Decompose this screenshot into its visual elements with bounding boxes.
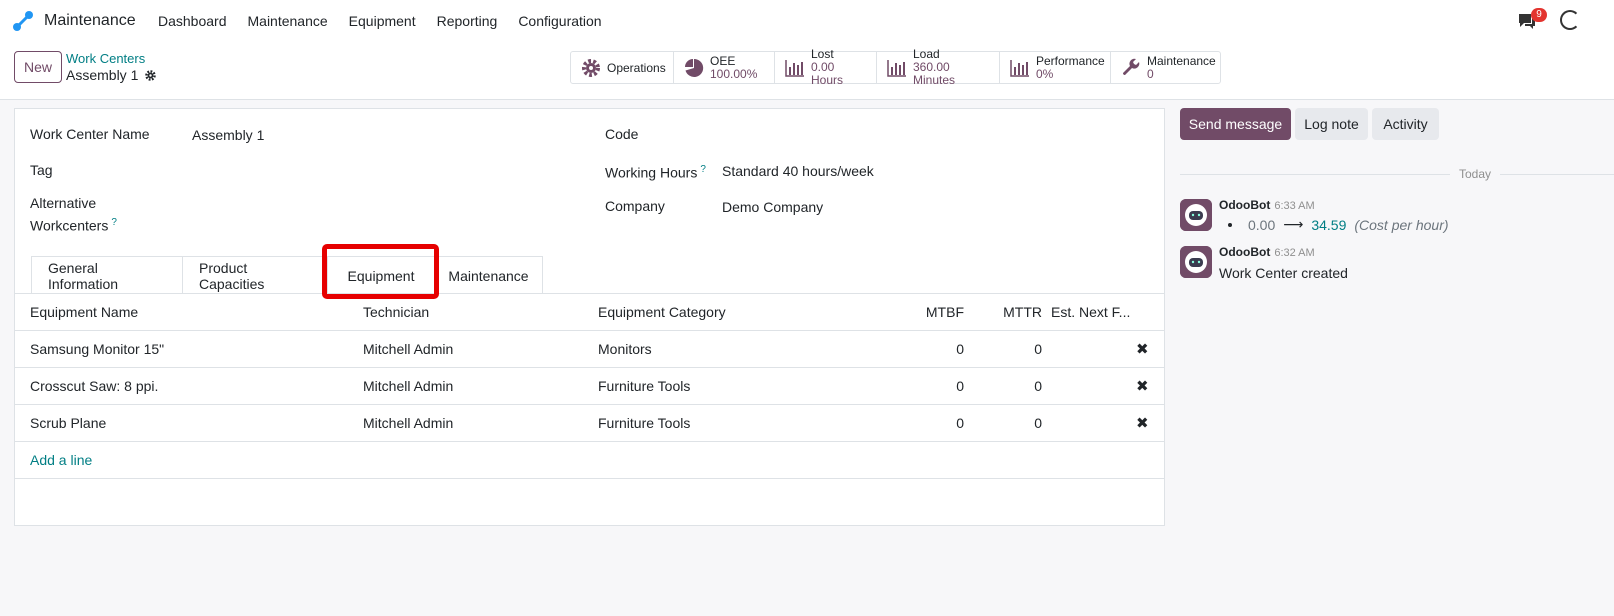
col-mtbf[interactable]: MTBF: [926, 304, 964, 321]
message-body: Work Center created: [1219, 265, 1348, 281]
maintenance-app-icon[interactable]: [12, 10, 34, 32]
mttr-cell: 0: [1034, 341, 1042, 357]
menu-configuration[interactable]: Configuration: [518, 13, 601, 29]
code-label: Code: [605, 126, 639, 142]
delete-row-icon[interactable]: ✖: [1136, 341, 1149, 358]
app-name[interactable]: Maintenance: [44, 12, 136, 30]
arrow-right-icon: ⟶: [1283, 216, 1304, 232]
pie-chart-icon: [685, 58, 704, 77]
alternative-workcenters-label: Alternative Workcenters?: [30, 195, 117, 234]
company-field[interactable]: Demo Company: [722, 197, 823, 217]
bar-chart-icon: [785, 59, 804, 77]
col-mttr[interactable]: MTTR: [1003, 304, 1042, 321]
mtbf-cell: 0: [956, 341, 964, 357]
add-line-link[interactable]: Add a line: [30, 452, 92, 469]
equipment-name-cell: Samsung Monitor 15": [30, 341, 165, 357]
odoobot-avatar[interactable]: [1180, 199, 1212, 231]
table-row[interactable]: Samsung Monitor 15" Mitchell Admin Monit…: [15, 331, 1164, 368]
form-sheet: Work Center Name Assembly 1 Tag Alternat…: [14, 108, 1165, 526]
help-tooltip-icon[interactable]: ?: [700, 164, 706, 175]
operations-button[interactable]: Operations: [571, 52, 674, 83]
mttr-cell: 0: [1034, 415, 1042, 431]
tab-general-information[interactable]: General Information: [31, 256, 183, 294]
col-technician[interactable]: Technician: [363, 304, 429, 321]
send-message-button[interactable]: Send message: [1180, 108, 1291, 140]
col-est-next-failure[interactable]: Est. Next F...: [1051, 304, 1130, 321]
tag-label: Tag: [30, 162, 53, 178]
main-menu: Dashboard Maintenance Equipment Reportin…: [158, 13, 623, 29]
notification-badge: 9: [1531, 8, 1547, 22]
mttr-cell: 0: [1034, 378, 1042, 394]
user-avatar-icon[interactable]: [1560, 10, 1580, 30]
working-hours-field[interactable]: Standard 40 hours/week: [722, 161, 874, 181]
work-center-name-field[interactable]: Assembly 1: [192, 125, 264, 145]
bullet: [1228, 222, 1232, 227]
col-equipment-category[interactable]: Equipment Category: [598, 304, 726, 321]
technician-cell: Mitchell Admin: [363, 415, 454, 431]
gear-icon: [582, 58, 600, 77]
alternative-workcenters-field[interactable]: [192, 203, 572, 223]
new-button[interactable]: New: [14, 51, 62, 83]
category-cell: Furniture Tools: [598, 378, 691, 394]
equipment-table: Equipment Name Technician Equipment Cate…: [15, 294, 1164, 479]
menu-dashboard[interactable]: Dashboard: [158, 13, 227, 29]
breadcrumb-current: Assembly 1: [66, 67, 157, 83]
menu-maintenance[interactable]: Maintenance: [248, 13, 328, 29]
bar-chart-icon: [887, 59, 906, 77]
category-cell: Monitors: [598, 341, 652, 357]
mtbf-cell: 0: [956, 415, 964, 431]
code-field[interactable]: [722, 124, 1122, 144]
equipment-name-cell: Crosscut Saw: 8 ppi.: [30, 378, 159, 394]
tracking-value: 0.00 ⟶ 34.59 (Cost per hour): [1228, 216, 1449, 233]
working-hours-label: Working Hours?: [605, 164, 706, 181]
table-row[interactable]: Scrub Plane Mitchell Admin Furniture Too…: [15, 405, 1164, 442]
menu-equipment[interactable]: Equipment: [349, 13, 416, 29]
delete-row-icon[interactable]: ✖: [1136, 415, 1149, 432]
date-separator-today: Today: [1459, 167, 1492, 181]
table-header: Equipment Name Technician Equipment Cate…: [15, 294, 1164, 331]
top-navbar: Maintenance Dashboard Maintenance Equipm…: [0, 0, 1614, 42]
tab-equipment[interactable]: Equipment: [327, 256, 435, 294]
technician-cell: Mitchell Admin: [363, 341, 454, 357]
activity-button[interactable]: Activity: [1372, 108, 1439, 140]
bar-chart-icon: [1010, 59, 1029, 77]
equipment-name-cell: Scrub Plane: [30, 415, 107, 431]
wrench-icon: [1122, 58, 1140, 75]
table-row[interactable]: Crosscut Saw: 8 ppi. Mitchell Admin Furn…: [15, 368, 1164, 405]
date-divider: [1180, 174, 1450, 175]
company-label: Company: [605, 198, 665, 214]
delete-row-icon[interactable]: ✖: [1136, 378, 1149, 395]
notebook-tabs: General Information Product Capacities E…: [31, 256, 543, 294]
log-note-button[interactable]: Log note: [1295, 108, 1368, 140]
control-panel: New Work Centers Assembly 1 Operations O…: [0, 42, 1614, 100]
message-author: OdooBot 6:33 AM: [1219, 198, 1315, 212]
help-tooltip-icon[interactable]: ?: [111, 217, 117, 228]
message-author: OdooBot 6:32 AM: [1219, 245, 1315, 259]
work-center-name-label: Work Center Name: [30, 126, 150, 142]
tab-maintenance[interactable]: Maintenance: [434, 256, 543, 294]
performance-button[interactable]: Performance 0%: [1000, 52, 1111, 83]
load-button[interactable]: Load 360.00 Minutes: [877, 48, 1000, 87]
add-line-row: Add a line: [15, 442, 1164, 479]
mtbf-cell: 0: [956, 378, 964, 394]
breadcrumb-work-centers[interactable]: Work Centers: [66, 51, 145, 66]
col-equipment-name[interactable]: Equipment Name: [30, 304, 138, 321]
date-divider: [1500, 174, 1614, 175]
technician-cell: Mitchell Admin: [363, 378, 454, 394]
menu-reporting[interactable]: Reporting: [437, 13, 498, 29]
oee-button[interactable]: OEE 100.00%: [674, 52, 775, 83]
lost-button[interactable]: Lost 0.00 Hours: [775, 48, 877, 87]
odoobot-avatar[interactable]: [1180, 246, 1212, 278]
record-title: Assembly 1: [66, 67, 139, 83]
smart-buttons: Operations OEE100.00% Lost0.00 Hours L: [570, 48, 1221, 87]
gear-icon[interactable]: [144, 69, 157, 82]
category-cell: Furniture Tools: [598, 415, 691, 431]
tab-product-capacities[interactable]: Product Capacities: [182, 256, 328, 294]
tag-field[interactable]: [192, 160, 572, 180]
maintenance-button[interactable]: Maintenance 0: [1111, 52, 1220, 83]
